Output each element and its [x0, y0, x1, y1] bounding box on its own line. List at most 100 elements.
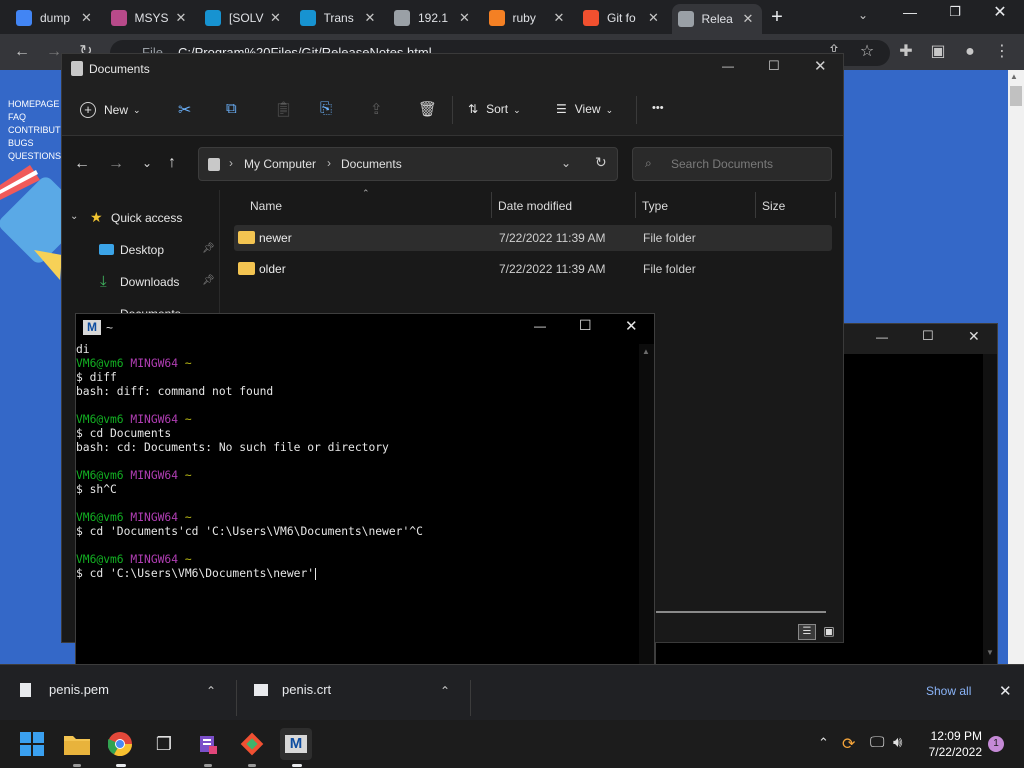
- breadcrumb-documents[interactable]: Documents: [341, 157, 402, 171]
- page-scrollbar[interactable]: [1008, 70, 1024, 664]
- download-item-pem[interactable]: penis.pem: [20, 682, 109, 697]
- chrome-taskbar-icon[interactable]: [104, 728, 136, 760]
- file-row-older[interactable]: older 7/22/2022 11:39 AM File folder: [234, 256, 832, 282]
- more-options-button[interactable]: •••: [652, 102, 664, 114]
- show-all-downloads-link[interactable]: Show all: [926, 684, 971, 698]
- task-view-taskbar-icon[interactable]: ❐: [148, 728, 180, 760]
- close-downloads-bar-icon[interactable]: ✕: [999, 682, 1012, 700]
- tab-2[interactable]: MSYS ✕: [105, 4, 196, 32]
- tab-5[interactable]: 192.1 ✕: [388, 4, 479, 32]
- rename-icon[interactable]: ⎘: [320, 100, 332, 117]
- terminal-maximize-button[interactable]: ☐: [579, 317, 592, 334]
- tab-close-icon[interactable]: ✕: [268, 10, 284, 26]
- app-taskbar-icon[interactable]: [192, 728, 224, 760]
- share-file-icon[interactable]: ⇪: [370, 100, 383, 118]
- terminal-close-button[interactable]: ✕: [625, 317, 638, 335]
- tab-4[interactable]: Trans ✕: [294, 4, 385, 32]
- sidepanel-icon[interactable]: ▣: [928, 42, 948, 62]
- background-terminal-scrollbar[interactable]: [983, 354, 997, 690]
- horizontal-scrollbar[interactable]: [656, 611, 826, 613]
- background-terminal-minimize[interactable]: —: [876, 330, 888, 344]
- clock-date[interactable]: 7/22/2022: [922, 745, 982, 759]
- tab-search-icon[interactable]: ⌄: [854, 8, 872, 26]
- download-item-crt[interactable]: penis.crt: [254, 682, 331, 697]
- terminal-minimize-button[interactable]: —: [534, 319, 546, 333]
- terminal-scroll-up-icon[interactable]: ▲: [642, 347, 650, 356]
- nav-link-homepage[interactable]: HOMEPAGE: [8, 98, 61, 111]
- background-terminal-scroll-down-icon[interactable]: ▼: [986, 648, 994, 657]
- tab-close-icon[interactable]: ✕: [551, 10, 567, 26]
- cut-icon[interactable]: ✂: [178, 100, 191, 120]
- column-header-name[interactable]: Name: [250, 199, 282, 213]
- refresh-icon[interactable]: ↻: [595, 154, 607, 171]
- scroll-up-arrow-icon[interactable]: ▲: [1010, 72, 1018, 81]
- address-dropdown-icon[interactable]: ⌄: [561, 156, 571, 170]
- tab-8[interactable]: Relea ✕: [671, 4, 762, 34]
- close-browser-button[interactable]: ✕: [990, 2, 1010, 24]
- download-options-chevron-icon[interactable]: ⌃: [206, 684, 216, 698]
- extensions-icon[interactable]: ✚: [896, 42, 916, 62]
- clock-time[interactable]: 12:09 PM: [930, 729, 982, 743]
- menu-icon[interactable]: ⋮: [992, 42, 1012, 62]
- page-scroll-thumb[interactable]: [1010, 86, 1022, 106]
- breadcrumb-my-computer[interactable]: My Computer: [244, 157, 316, 171]
- view-button[interactable]: ☰ View ⌄: [556, 102, 613, 116]
- tiles-view-icon[interactable]: ▣: [820, 624, 838, 640]
- tab-3[interactable]: [SOLV ✕: [199, 4, 290, 32]
- start-button[interactable]: [16, 728, 48, 760]
- tab-7[interactable]: Git fo ✕: [577, 4, 668, 32]
- sidebar-item-downloads[interactable]: Downloads: [120, 275, 179, 289]
- recent-locations-icon[interactable]: ⌄: [142, 156, 152, 170]
- nav-forward-icon[interactable]: →: [108, 155, 124, 173]
- column-header-size[interactable]: Size: [762, 199, 785, 213]
- nav-up-icon[interactable]: ↑: [168, 154, 176, 172]
- background-terminal-maximize[interactable]: ☐: [922, 328, 934, 344]
- minimize-browser-button[interactable]: —: [900, 4, 920, 26]
- network-icon[interactable]: 🖵︎: [870, 734, 884, 751]
- explorer-close-button[interactable]: ✕: [814, 57, 827, 75]
- profile-icon[interactable]: ●: [960, 42, 980, 62]
- delete-icon[interactable]: 🗑︎: [418, 100, 437, 118]
- file-explorer-taskbar-icon[interactable]: [61, 728, 93, 760]
- bookmark-star-icon[interactable]: ☆: [857, 42, 877, 62]
- column-header-type[interactable]: Type: [642, 199, 668, 213]
- background-terminal-close[interactable]: ✕: [968, 328, 980, 345]
- address-breadcrumb-bar[interactable]: › My Computer › Documents ⌄ ↻: [198, 147, 618, 181]
- sidebar-item-quick-access[interactable]: Quick access: [111, 211, 182, 225]
- tab-6[interactable]: ruby ✕: [483, 4, 574, 32]
- nav-back-icon[interactable]: ←: [74, 155, 90, 173]
- mintty-taskbar-icon[interactable]: M: [280, 728, 312, 760]
- tab-1[interactable]: dump ✕: [10, 4, 101, 32]
- copy-icon[interactable]: ⧉: [226, 100, 237, 117]
- tab-close-icon[interactable]: ✕: [740, 11, 756, 27]
- sort-button[interactable]: ⇅ Sort ⌄: [468, 102, 521, 116]
- sidebar-item-desktop[interactable]: Desktop: [120, 243, 164, 257]
- tab-close-icon[interactable]: ✕: [79, 10, 95, 26]
- tab-close-icon[interactable]: ✕: [173, 10, 189, 26]
- new-button[interactable]: + New ⌄: [80, 102, 141, 118]
- details-view-icon[interactable]: ☰: [798, 624, 816, 640]
- volume-icon[interactable]: 🔊︎: [893, 734, 902, 751]
- explorer-minimize-button[interactable]: —: [722, 59, 734, 73]
- file-row-newer[interactable]: newer 7/22/2022 11:39 AM File folder: [234, 225, 832, 251]
- search-box[interactable]: ⌕ Search Documents: [632, 147, 832, 181]
- tab-close-icon[interactable]: ✕: [362, 10, 378, 26]
- tab-close-icon[interactable]: ✕: [646, 10, 662, 26]
- update-icon[interactable]: ⟳: [842, 734, 855, 754]
- back-arrow-icon[interactable]: ←: [12, 42, 32, 62]
- show-hidden-icons-chevron[interactable]: ⌃: [818, 735, 829, 751]
- notification-badge[interactable]: 1: [988, 736, 1004, 752]
- quick-access-expander-icon[interactable]: ⌄: [70, 211, 78, 222]
- column-header-date[interactable]: Date modified: [498, 199, 572, 213]
- explorer-maximize-button[interactable]: ☐: [768, 58, 780, 74]
- terminal-scrollbar[interactable]: [639, 344, 654, 680]
- nav-link-contribute[interactable]: CONTRIBUT: [8, 124, 61, 137]
- paste-icon[interactable]: 📋︎: [274, 100, 293, 118]
- nav-link-faq[interactable]: FAQ: [8, 111, 61, 124]
- nav-link-bugs[interactable]: BUGS: [8, 137, 61, 150]
- new-tab-button[interactable]: +: [766, 6, 788, 28]
- tab-close-icon[interactable]: ✕: [457, 10, 473, 26]
- git-gui-taskbar-icon[interactable]: [236, 728, 268, 760]
- restore-browser-button[interactable]: ❐: [945, 4, 965, 26]
- download-options-chevron-icon[interactable]: ⌃: [440, 684, 450, 698]
